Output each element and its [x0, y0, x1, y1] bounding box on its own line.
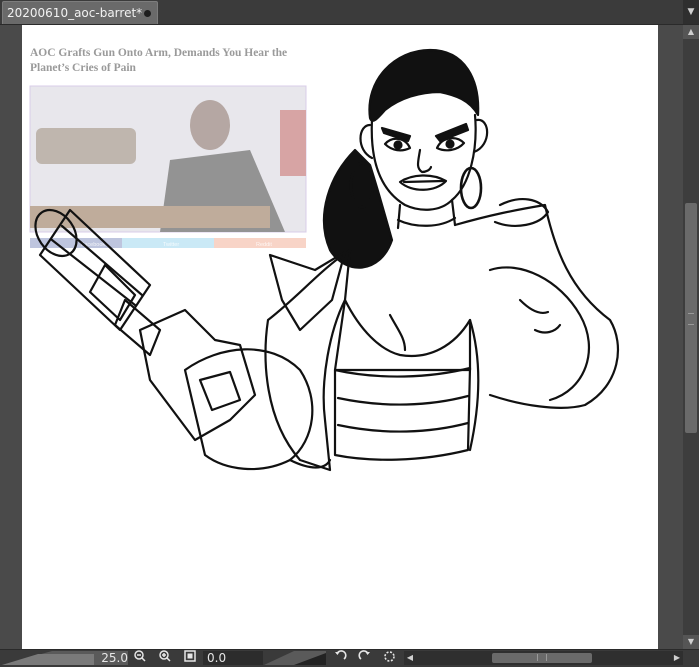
reference-backdrop [280, 110, 306, 176]
reference-headline-line2: Planet’s Cries of Pain [30, 62, 137, 74]
vertical-scrollbar[interactable]: ▲ ▼ [683, 25, 699, 649]
scroll-down-icon[interactable]: ▼ [683, 635, 699, 649]
nose [416, 148, 433, 174]
gun-ring-1 [88, 263, 137, 322]
horizontal-scrollbar[interactable]: ◀ ▶ [404, 651, 683, 665]
corset [333, 366, 472, 461]
share-twitter-label: Twitter [163, 242, 179, 248]
top [333, 298, 472, 372]
scrollbar-corner [683, 650, 699, 667]
collar-left [268, 250, 347, 332]
reference-face [190, 100, 230, 150]
reset-rotation-icon[interactable] [380, 650, 398, 666]
fit-to-screen-icon[interactable] [181, 650, 199, 666]
earring-right [459, 166, 483, 210]
artwork-svg: AOC Grafts Gun Onto Arm, Demands You Hea… [29, 47, 620, 472]
scroll-right-icon[interactable]: ▶ [671, 651, 683, 665]
document-tab-title: 20200610_aoc-barret* [7, 6, 143, 20]
scroll-left-icon[interactable]: ◀ [404, 651, 416, 665]
document-tab[interactable]: 20200610_aoc-barret* [2, 1, 158, 24]
status-bar: 25.0 0.0 ◀ ▶ [0, 649, 699, 667]
close-dot-icon[interactable] [144, 10, 151, 17]
rotation-slider[interactable] [264, 651, 326, 665]
rotation-value[interactable]: 0.0 [203, 651, 263, 665]
reference-headline-line1: AOC Grafts Gun Onto Arm, Demands You Hea… [30, 47, 287, 59]
shoulder-muscle [488, 266, 590, 402]
rotate-left-icon[interactable] [331, 650, 349, 666]
scroll-up-icon[interactable]: ▲ [683, 25, 699, 39]
choker [396, 216, 457, 227]
zoom-value[interactable]: 25.0 [96, 650, 128, 666]
jacket-right [453, 203, 620, 409]
share-reddit-label: Reddit [256, 242, 272, 248]
zoom-in-icon[interactable] [156, 650, 174, 666]
grip-icon [688, 313, 694, 325]
tab-scroll-down-icon[interactable]: ▼ [683, 0, 699, 24]
reference-gun [36, 128, 136, 164]
canvas-paper[interactable]: AOC Grafts Gun Onto Arm, Demands You Hea… [22, 25, 658, 649]
ear-left [359, 123, 374, 160]
grip-icon [537, 654, 547, 661]
ponytail [322, 148, 394, 269]
hair [368, 48, 480, 122]
zoom-out-icon[interactable] [131, 650, 149, 666]
vertical-scroll-thumb[interactable] [685, 203, 697, 433]
canvas-workspace[interactable]: AOC Grafts Gun Onto Arm, Demands You Hea… [0, 25, 683, 649]
document-tab-bar: 20200610_aoc-barret* ▼ [0, 0, 699, 25]
horizontal-scroll-thumb[interactable] [492, 653, 592, 663]
rotate-right-icon[interactable] [355, 650, 373, 666]
